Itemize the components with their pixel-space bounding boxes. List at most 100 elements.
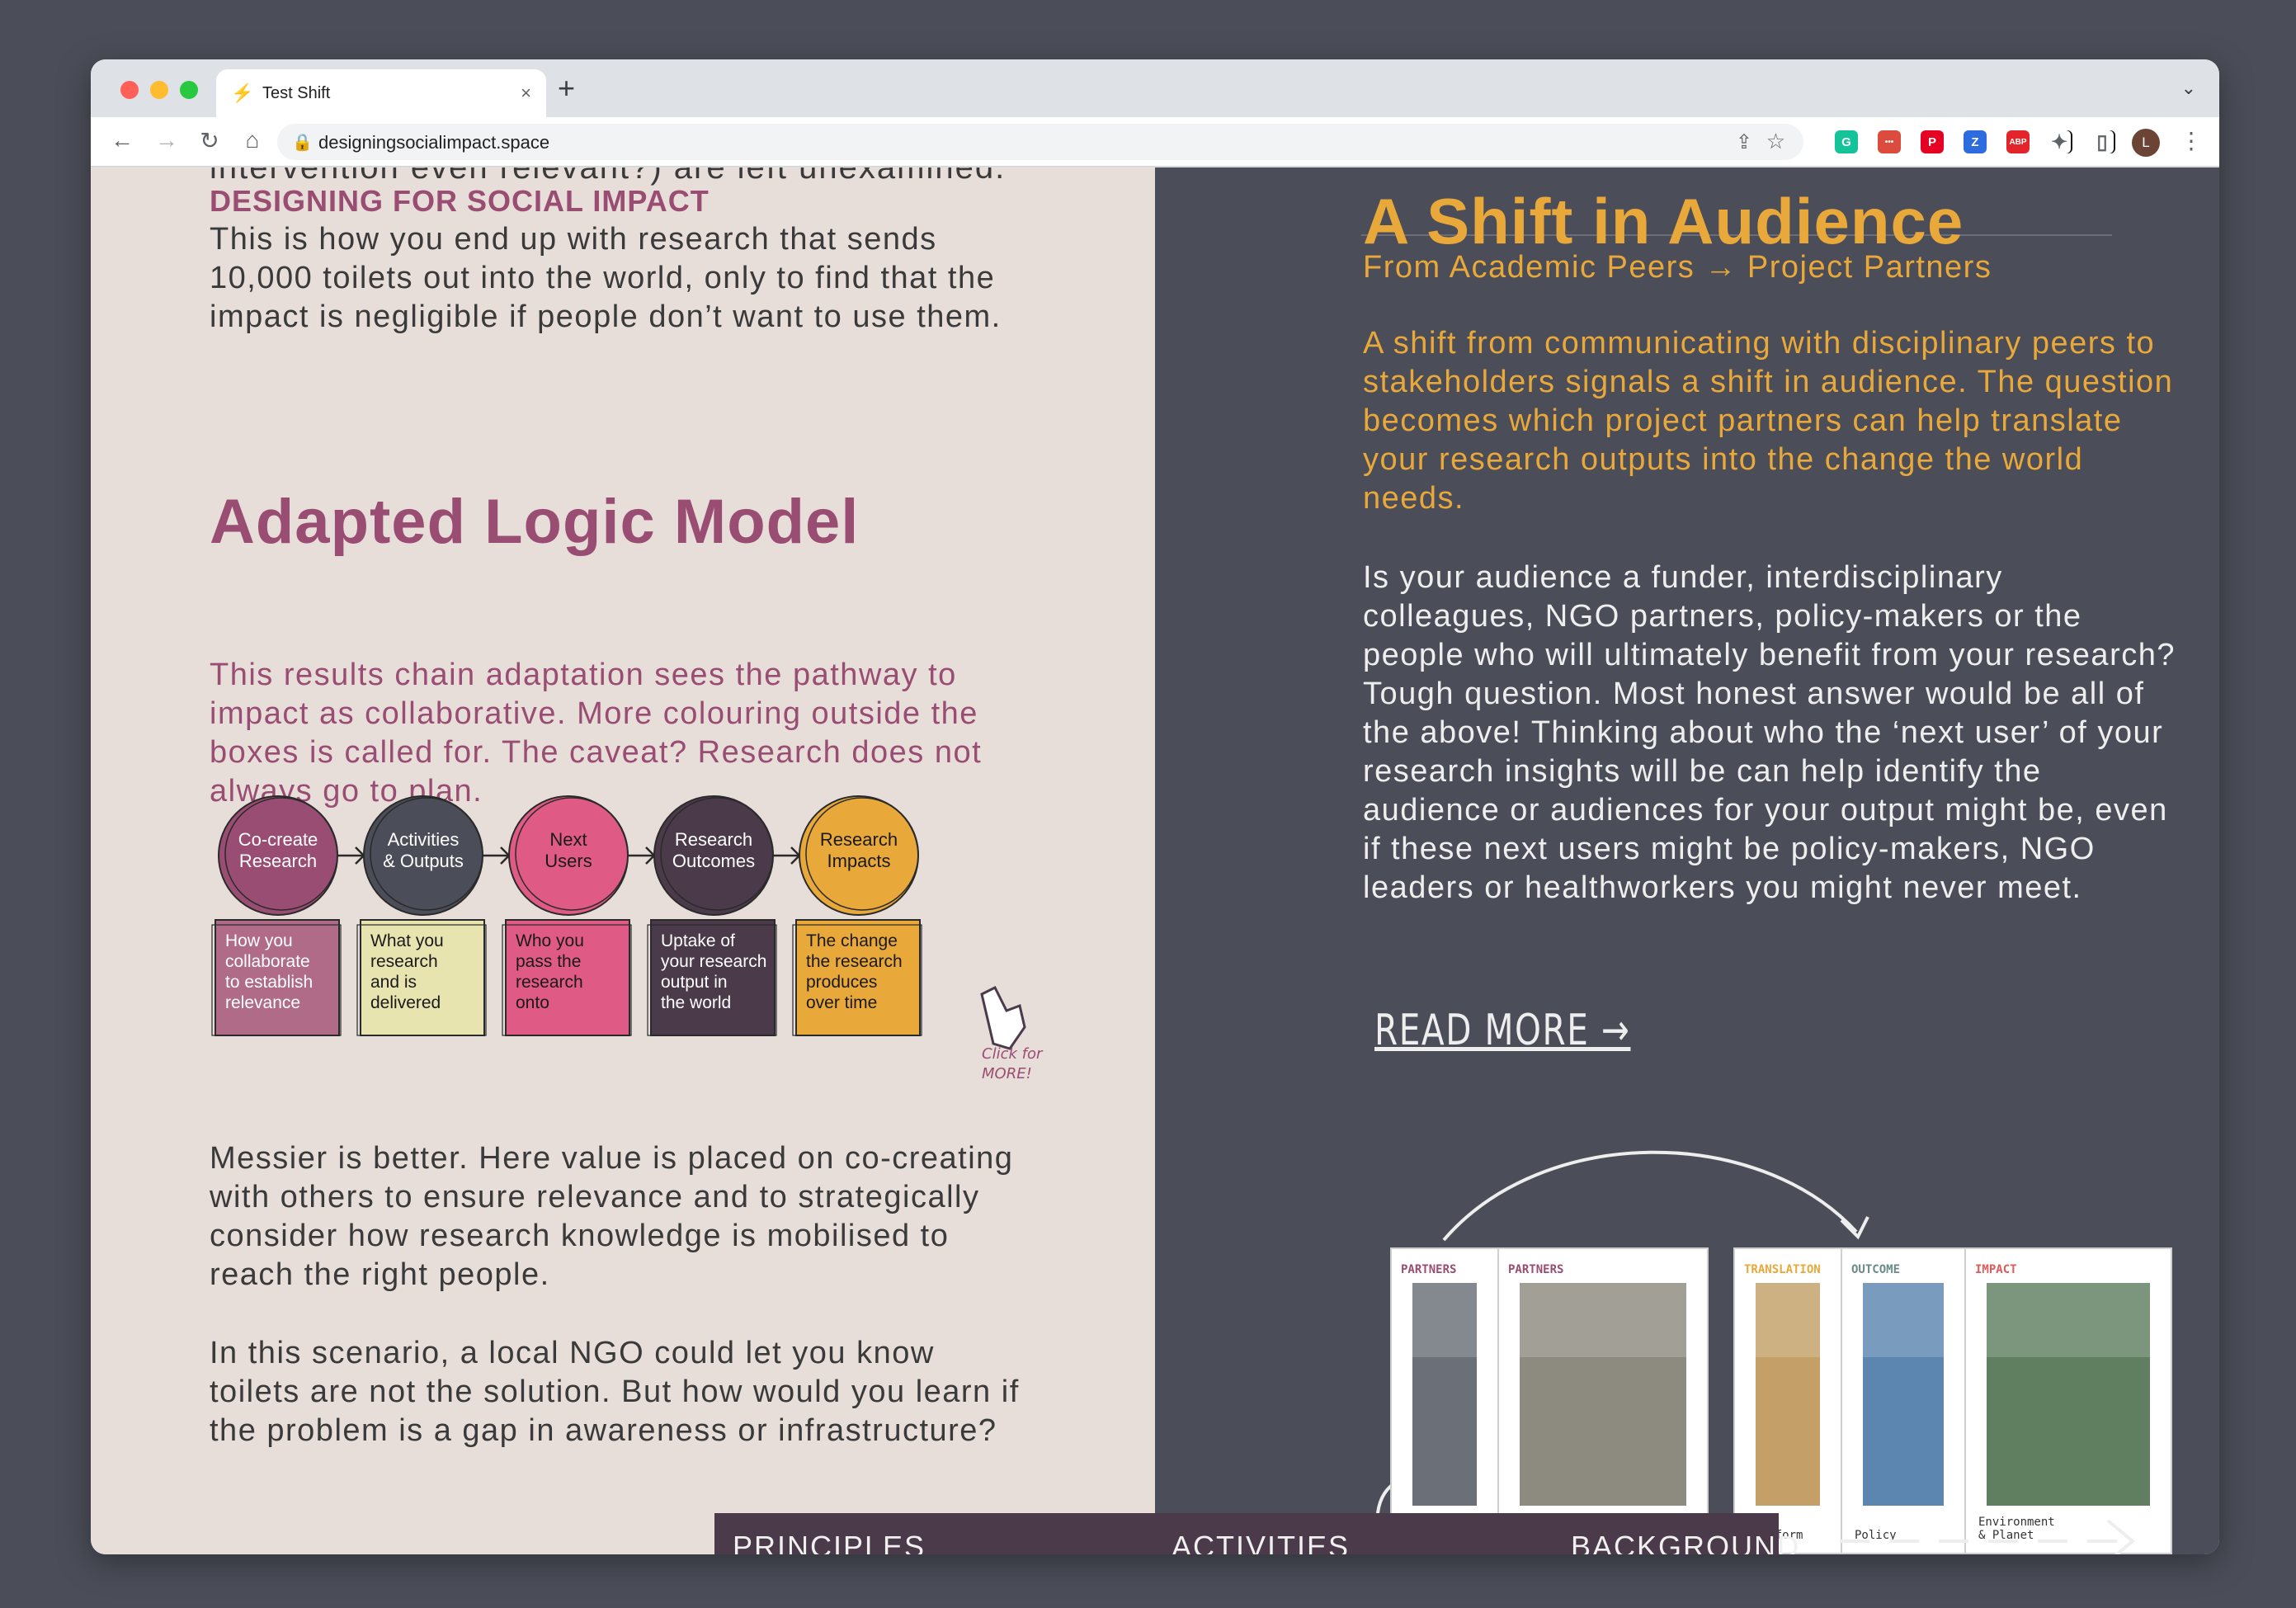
shift-lead: A shift from communicating with discipli… xyxy=(1363,326,2174,516)
page-content: intervention even relevant?) are left un… xyxy=(91,167,2219,1554)
chain-step-desc: Who you xyxy=(516,931,584,950)
chain-step-desc: How you xyxy=(225,931,293,950)
intro-paragraph: This is how you end up with research tha… xyxy=(210,222,1002,334)
chain-step-desc: over time xyxy=(806,993,877,1012)
chain-step-desc: research xyxy=(516,973,583,992)
home-icon[interactable]: ⌂ xyxy=(238,127,267,153)
puzzle-icon[interactable]: ✦ xyxy=(2048,130,2071,153)
nav-activities[interactable]: ACTIVITIES xyxy=(1172,1530,1350,1554)
click-for-more-note[interactable]: MORE! xyxy=(982,1065,1032,1082)
hand-pointer-icon[interactable] xyxy=(980,985,1026,1050)
chain-step-title: Users xyxy=(545,851,592,871)
read-more-link[interactable]: READ MORE → xyxy=(1374,1006,1630,1055)
reload-icon[interactable]: ↻ xyxy=(195,127,224,154)
avatar[interactable]: L xyxy=(2132,129,2160,157)
close-window-button[interactable] xyxy=(120,81,139,99)
close-icon[interactable]: × xyxy=(521,83,531,104)
card-photo-highlight xyxy=(1987,1283,2150,1357)
chain-step[interactable]: NextUsers Who you pass the researchonto xyxy=(502,795,632,1036)
click-for-more-note[interactable]: Click for xyxy=(982,1045,1044,1063)
back-arrow-icon[interactable]: ← xyxy=(107,127,137,153)
chain-step-desc: output in xyxy=(661,973,728,992)
chain-step-title: Impacts xyxy=(827,851,890,871)
chain-step-desc: collaborate xyxy=(225,952,310,971)
tab-test-shift[interactable]: ⚡ Test Shift × xyxy=(216,69,546,117)
card-tag: OUTCOME xyxy=(1851,1263,1900,1276)
shift-in-audience-heading: A Shift in Audience xyxy=(1363,185,1964,257)
pinterest-extension-icon[interactable]: P xyxy=(1921,130,1944,153)
shift-subheading: From Academic Peers → Project Partners xyxy=(1363,250,1992,285)
nav-principles[interactable]: PRINCIPLES xyxy=(733,1530,926,1554)
chain-arrow xyxy=(773,846,801,865)
chain-step-title: Next xyxy=(549,829,587,850)
shift-body: Is your audience a funder, interdiscipli… xyxy=(1363,560,2176,905)
chevron-down-icon[interactable]: ⌄ xyxy=(2181,78,2196,99)
partner-card[interactable]: PARTNERSGovernment xyxy=(1390,1247,1499,1554)
chain-step-title: Outcomes xyxy=(672,851,755,871)
chain-arrow xyxy=(628,846,656,865)
side-panel-icon[interactable]: ▯ xyxy=(2091,130,2114,153)
card-tag: TRANSLATION xyxy=(1744,1263,1821,1276)
url-text[interactable]: designingsocialimpact.space xyxy=(318,132,549,153)
chain-step-desc: relevance xyxy=(225,993,300,1012)
browser-window: ⚡ Test Shift × + ⌄ ← → ↻ ⌂ 🔒 designingso… xyxy=(91,59,2219,1554)
partner-card[interactable]: PARTNERSSectorNGOs xyxy=(1497,1247,1709,1554)
address-bar[interactable]: 🔒 designingsocialimpact.space ⇪ ☆ xyxy=(277,124,1803,160)
grammarly-extension-icon[interactable]: G xyxy=(1835,130,1858,153)
card-tag: IMPACT xyxy=(1975,1263,2017,1276)
partner-cards-illustration[interactable]: PARTNERSGovernmentPARTNERSSectorNGOs TRAN… xyxy=(1328,1141,2219,1554)
chain-arrow xyxy=(337,846,365,865)
chain-step-title: & Outputs xyxy=(383,851,464,871)
chain-step-desc: pass the xyxy=(516,952,581,971)
share-icon[interactable]: ⇪ xyxy=(1736,130,1752,154)
card-photo-highlight xyxy=(1756,1283,1820,1357)
chain-step-title: Research xyxy=(239,851,317,871)
section-kicker: DESIGNING FOR SOCIAL IMPACT xyxy=(210,184,710,218)
messier-paragraph: Messier is better. Here value is placed … xyxy=(210,1141,1014,1292)
chain-step[interactable]: ResearchOutcomes Uptake of your research ou… xyxy=(647,795,777,1036)
window-controls xyxy=(120,81,198,99)
chain-step-desc: the world xyxy=(661,993,731,1012)
forward-arrow-icon[interactable]: → xyxy=(152,127,182,153)
new-tab-button[interactable]: + xyxy=(558,71,575,106)
more-menu-icon[interactable]: ⋮ xyxy=(2180,127,2203,154)
card-tag: PARTNERS xyxy=(1401,1263,1456,1276)
browser-toolbar: ← → ↻ ⌂ 🔒 designingsocialimpact.space ⇪ … xyxy=(91,117,2219,167)
lock-icon: 🔒 xyxy=(292,134,313,152)
chain-arrow xyxy=(483,846,511,865)
results-chain-diagram[interactable]: Co-createResearchHow youcollaborateto es… xyxy=(206,788,1073,1085)
card-photo-highlight xyxy=(1520,1283,1686,1357)
chain-step-desc: onto xyxy=(516,993,549,1012)
chain-step[interactable]: Activities& Outputs What you research and i… xyxy=(356,795,487,1036)
chain-step-title: Activities xyxy=(388,829,460,850)
bookmark-star-icon[interactable]: ☆ xyxy=(1766,129,1785,154)
maximize-window-button[interactable] xyxy=(180,81,198,99)
chain-step-desc: What you xyxy=(370,931,444,950)
chain-step[interactable]: Co-createResearch How you collaborate to es… xyxy=(211,795,342,1036)
chain-step-desc: your research xyxy=(661,952,766,971)
chain-step-desc: to establish xyxy=(225,973,313,992)
tab-strip: ⚡ Test Shift × + ⌄ xyxy=(91,59,2219,117)
z-extension-icon[interactable]: Z xyxy=(1964,130,1987,153)
chain-step-desc: the research xyxy=(806,952,903,971)
chain-step-desc: produces xyxy=(806,973,877,992)
card-photo-highlight xyxy=(1863,1283,1944,1357)
tab-title: Test Shift xyxy=(262,83,331,102)
scenario-paragraph: In this scenario, a local NGO could let … xyxy=(210,1336,1020,1448)
adblock-plus-extension-icon[interactable]: ABP xyxy=(2006,130,2030,153)
adapted-logic-model-heading: Adapted Logic Model xyxy=(210,487,860,557)
card-photo-highlight xyxy=(1412,1283,1477,1357)
nav-background[interactable]: BACKGROUND xyxy=(1571,1530,1800,1554)
minimize-window-button[interactable] xyxy=(150,81,168,99)
bottom-navigation: PRINCIPLES ACTIVITIES BACKGROUND xyxy=(714,1513,1799,1554)
card-tag: PARTNERS xyxy=(1508,1263,1563,1276)
chain-step-desc: The change xyxy=(806,931,898,950)
chain-step-desc: and is xyxy=(370,973,417,992)
curved-arrow-icon xyxy=(1442,1150,1858,1242)
chain-step-title: Research xyxy=(675,829,752,850)
todoist-extension-icon[interactable]: ••• xyxy=(1878,130,1901,153)
chain-step-title: Co-create xyxy=(238,829,318,850)
left-pane: intervention even relevant?) are left un… xyxy=(91,167,1155,1554)
dashed-arrow-icon[interactable] xyxy=(1823,1504,2170,1554)
chain-step[interactable]: ResearchImpacts The change the research pro… xyxy=(792,795,922,1036)
